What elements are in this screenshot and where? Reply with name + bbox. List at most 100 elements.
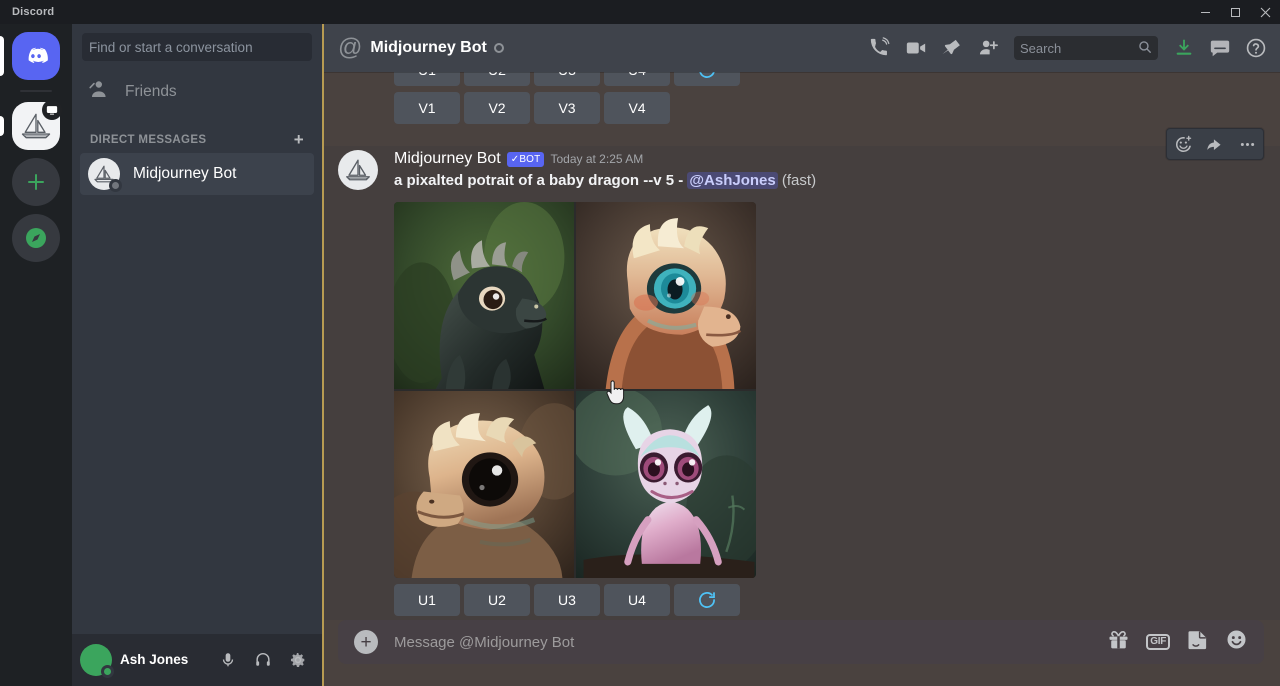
previous-message-actions: U1 U2 U3 U4 V1 V2 <box>322 72 1280 124</box>
dm-nav-list: Friends DIRECT MESSAGES + Midjourney Bot <box>72 61 322 634</box>
dm-item-midjourney-bot[interactable]: Midjourney Bot <box>80 153 314 195</box>
dm-item-label: Midjourney Bot <box>133 165 237 182</box>
upscale-button-row: U1 U2 U3 U4 <box>394 72 1232 86</box>
page-title: Midjourney Bot <box>370 39 487 56</box>
reply-icon[interactable] <box>1199 129 1231 159</box>
gift-icon[interactable] <box>1107 628 1130 656</box>
annotation-marker-line <box>322 24 324 686</box>
search-input[interactable]: Search <box>1014 36 1158 60</box>
help-icon[interactable] <box>1240 32 1272 64</box>
close-icon[interactable] <box>1250 0 1280 24</box>
upscale-u3-button[interactable]: U3 <box>534 584 600 616</box>
message-timestamp: Today at 2:25 AM <box>550 152 644 166</box>
upscale-u4-button[interactable]: U4 <box>604 72 670 86</box>
avatar[interactable] <box>80 644 114 678</box>
unread-server-pill <box>0 116 4 136</box>
maximize-icon[interactable] <box>1220 0 1250 24</box>
message-input[interactable]: Message @Midjourney Bot <box>394 634 1107 651</box>
user-mention[interactable]: @AshJones <box>687 172 778 189</box>
minimize-icon[interactable] <box>1190 0 1220 24</box>
message-prompt: a pixalted potrait of a baby dragon --v … <box>394 172 675 189</box>
video-call-icon[interactable] <box>900 32 932 64</box>
call-icon[interactable] <box>864 32 896 64</box>
app-brand: Discord <box>12 6 55 18</box>
server-rail-item-home[interactable] <box>0 32 60 80</box>
pinned-messages-icon[interactable] <box>936 32 968 64</box>
upscale-button-row: U1 U2 U3 U4 <box>394 584 1232 620</box>
avatar <box>88 158 122 192</box>
upload-attachment-button[interactable]: + <box>354 630 378 654</box>
dm-sidebar: Find or start a conversation Friends DIR… <box>72 24 322 686</box>
compass-icon <box>12 214 60 262</box>
server-rail-item-add-server[interactable] <box>12 158 60 206</box>
reroll-button[interactable] <box>674 72 740 86</box>
composer-icons: GIF <box>1107 628 1248 656</box>
upscale-u1-button[interactable]: U1 <box>394 72 460 86</box>
mute-icon[interactable] <box>212 644 244 676</box>
sidebar-item-friends-label: Friends <box>125 83 177 100</box>
app-body: Find or start a conversation Friends DIR… <box>0 24 1280 686</box>
upscale-u4-button[interactable]: U4 <box>604 584 670 616</box>
deafen-icon[interactable] <box>247 644 279 676</box>
generated-image-3[interactable] <box>394 391 574 578</box>
search-icon <box>1138 40 1152 57</box>
user-panel-controls <box>212 644 314 676</box>
search-placeholder: Search <box>1020 40 1062 56</box>
message-mode: (fast) <box>781 172 817 189</box>
more-actions-icon[interactable] <box>1231 129 1263 159</box>
message-list[interactable]: U1 U2 U3 U4 V1 V2 <box>322 72 1280 620</box>
chat-header: @ Midjourney Bot Search <box>322 24 1280 72</box>
status-badge <box>493 43 504 53</box>
inbox-download-icon[interactable] <box>1168 32 1200 64</box>
window-controls <box>1190 0 1280 24</box>
at-symbol-icon: @ <box>338 34 363 61</box>
inbox-icon[interactable] <box>1204 32 1236 64</box>
create-dm-button[interactable]: + <box>294 131 304 148</box>
search-conversation-placeholder: Find or start a conversation <box>89 39 253 55</box>
message-separator: - <box>678 172 684 189</box>
settings-gear-icon[interactable] <box>282 644 314 676</box>
plus-icon <box>12 158 60 206</box>
generated-image-4[interactable] <box>576 391 756 578</box>
sticker-icon[interactable] <box>1186 628 1209 656</box>
bot-badge: ✓BOT <box>506 152 545 167</box>
add-friends-icon[interactable] <box>972 32 1004 64</box>
variation-v1-button[interactable]: V1 <box>394 92 460 124</box>
direct-messages-header: DIRECT MESSAGES + <box>80 113 314 153</box>
variation-v4-button[interactable]: V4 <box>604 92 670 124</box>
status-badge <box>101 665 114 678</box>
status-badge <box>109 179 122 192</box>
upscale-u3-button[interactable]: U3 <box>534 72 600 86</box>
message-author[interactable]: Midjourney Bot <box>394 148 501 170</box>
sidebar-item-friends[interactable]: Friends <box>80 71 314 113</box>
chat-header-icons: Search <box>864 32 1272 64</box>
upscale-u2-button[interactable]: U2 <box>464 72 530 86</box>
current-user-name: Ash Jones <box>120 651 189 667</box>
message-composer: + Message @Midjourney Bot GIF <box>322 620 1280 686</box>
variation-v3-button[interactable]: V3 <box>534 92 600 124</box>
direct-messages-label: DIRECT MESSAGES <box>90 133 207 146</box>
gif-icon[interactable]: GIF <box>1146 634 1170 650</box>
rail-separator <box>20 90 52 92</box>
upscale-u1-button[interactable]: U1 <box>394 584 460 616</box>
bot-badge-label: BOT <box>519 154 541 165</box>
generated-image-1[interactable] <box>394 202 574 389</box>
generated-image-grid[interactable] <box>394 202 756 578</box>
generated-image-2[interactable] <box>576 202 756 389</box>
friends-icon <box>88 78 112 107</box>
emoji-icon[interactable] <box>1225 628 1248 656</box>
server-rail-item-midjourney[interactable] <box>0 100 62 150</box>
title-bar: Discord <box>0 0 1280 24</box>
server-rail-item-explore[interactable] <box>12 214 60 262</box>
avatar[interactable] <box>338 150 378 190</box>
upscale-u2-button[interactable]: U2 <box>464 584 530 616</box>
chat-area: @ Midjourney Bot Search V1 V2 V3 V4 Midj… <box>322 24 1280 686</box>
variation-v2-button[interactable]: V2 <box>464 92 530 124</box>
message-header: Midjourney Bot ✓BOT Today at 2:25 AM <box>394 148 1232 170</box>
search-conversation-input[interactable]: Find or start a conversation <box>82 33 312 61</box>
reroll-button[interactable] <box>674 584 740 616</box>
variation-button-row: V1 V2 V3 V4 <box>394 92 1232 124</box>
add-reaction-icon[interactable] <box>1167 129 1199 159</box>
composer-box[interactable]: + Message @Midjourney Bot GIF <box>338 620 1264 664</box>
server-rail <box>0 24 72 686</box>
